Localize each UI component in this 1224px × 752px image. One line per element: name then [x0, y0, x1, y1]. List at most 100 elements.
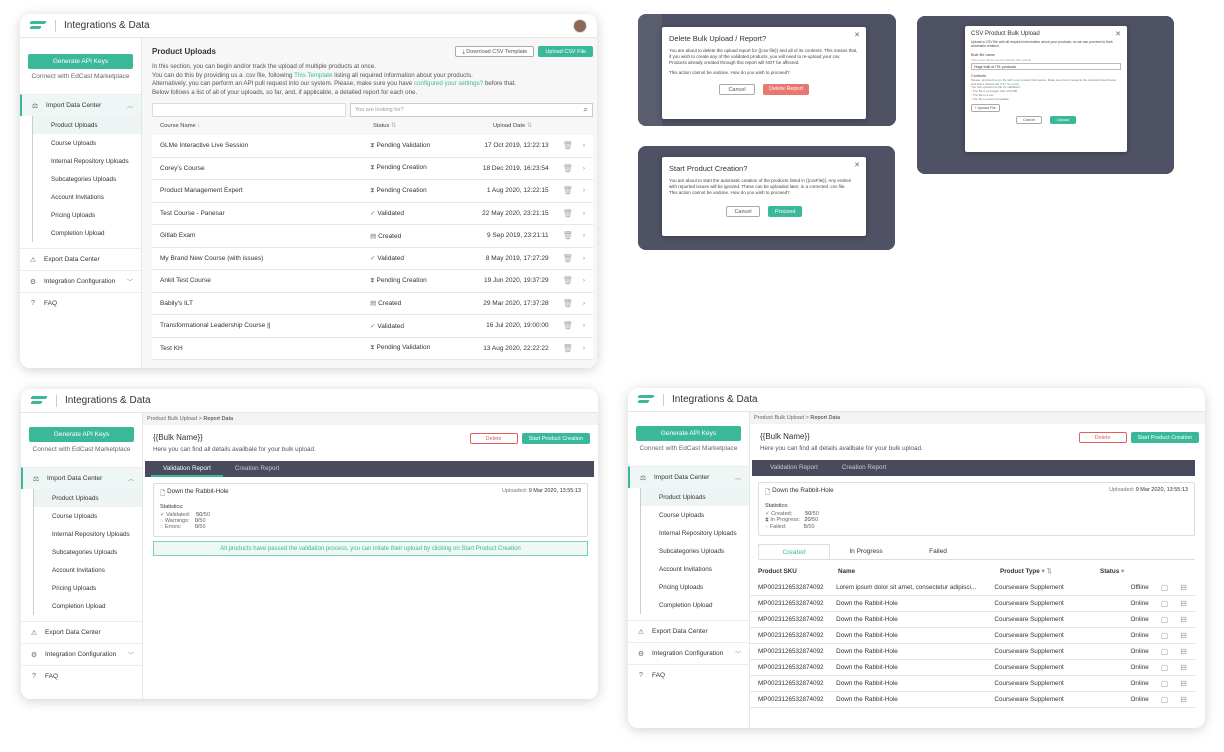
- sidebar-subitem-product-uploads[interactable]: Product Uploads: [33, 489, 142, 507]
- cancel-button[interactable]: Cancel: [719, 84, 755, 95]
- chevron-right-icon[interactable]: ›: [583, 142, 585, 149]
- col-upload-date[interactable]: Upload Date ⇅: [493, 123, 532, 129]
- start-creation-button[interactable]: Start Product Creation: [521, 433, 590, 444]
- sidebar-subitem-internal-repository[interactable]: Internal Repository Uploads: [33, 525, 142, 543]
- sidebar-subitem-pricing[interactable]: Pricing Uploads: [33, 579, 142, 597]
- sidebar-item-faq[interactable]: ? FAQ: [20, 292, 141, 314]
- search-box[interactable]: You are looking for? ⌕: [350, 103, 593, 117]
- marketplace-link[interactable]: Connect with EdCast Marketplace: [20, 73, 141, 80]
- archive-icon[interactable]: ⊟: [1180, 679, 1187, 688]
- archive-icon[interactable]: ⊟: [1180, 583, 1187, 592]
- sidebar-subitem-product-uploads[interactable]: Product Uploads: [32, 116, 141, 134]
- filter-input[interactable]: [152, 103, 346, 117]
- delete-button[interactable]: Delete: [469, 433, 518, 444]
- sidebar-subitem-completion[interactable]: Completion Upload: [640, 596, 749, 614]
- sidebar-subitem-completion[interactable]: Completion Upload: [33, 597, 142, 615]
- tab-creation-report[interactable]: Creation Report: [223, 461, 291, 477]
- close-icon[interactable]: ✕: [854, 31, 860, 39]
- trash-icon[interactable]: 🗑: [563, 186, 573, 195]
- upload-file-button[interactable]: ⤒ Upload File: [971, 103, 1000, 112]
- table-row[interactable]: Transformational Leadership Course || ✓ V…: [152, 315, 593, 338]
- calendar-icon[interactable]: ▢: [1161, 631, 1169, 640]
- table-row[interactable]: MP0023126532874092 Down the Rabbit-Hole Co…: [750, 676, 1195, 692]
- sidebar-subitem-course-uploads[interactable]: Course Uploads: [33, 507, 142, 525]
- sidebar-subitem-course-uploads[interactable]: Course Uploads: [640, 506, 749, 524]
- sidebar-item-config[interactable]: ⚙ Integration Configuration ﹀: [21, 643, 142, 665]
- trash-icon[interactable]: 🗑: [563, 209, 573, 218]
- cancel-button[interactable]: Cancel: [726, 206, 760, 217]
- table-row[interactable]: Gitlab Exam ▤ Created 9 Sep 2019, 23:21:11…: [152, 225, 593, 248]
- archive-icon[interactable]: ⊟: [1180, 615, 1187, 624]
- sidebar-item-config[interactable]: ⚙ Integration Configuration ﹀: [628, 642, 749, 664]
- upload-button[interactable]: Upload: [1050, 115, 1076, 124]
- generate-api-keys-button[interactable]: Generate API Keys: [28, 54, 133, 69]
- trash-icon[interactable]: 🗑: [563, 299, 573, 308]
- table-row[interactable]: MP0023126532874092 Down the Rabbit-Hole Co…: [750, 612, 1195, 628]
- search-input[interactable]: You are looking for?: [355, 107, 404, 113]
- calendar-icon[interactable]: ▢: [1161, 583, 1169, 592]
- cancel-button[interactable]: Cancel: [1016, 115, 1042, 124]
- col-product-type[interactable]: Product Type ▾ ⇅: [1000, 568, 1100, 575]
- sidebar-subitem-account-invitations[interactable]: Account Invitations: [32, 188, 141, 206]
- tab-validation-report[interactable]: Validation Report: [151, 461, 223, 477]
- tab-validation-report[interactable]: Validation Report: [758, 460, 830, 476]
- marketplace-link[interactable]: Connect with EdCast Marketplace: [628, 445, 749, 452]
- trash-icon[interactable]: 🗑: [563, 231, 573, 240]
- table-row[interactable]: Test KH ⧗ Pending Validation 13 Aug 2020, …: [152, 337, 593, 360]
- calendar-icon[interactable]: ▢: [1161, 679, 1169, 688]
- bulk-name-input[interactable]: Huge bulk of ITIL products: [971, 62, 1121, 70]
- sidebar-subitem-subcategories[interactable]: Subcategories Uploads: [32, 170, 141, 188]
- calendar-icon[interactable]: ▢: [1161, 695, 1169, 704]
- delete-button[interactable]: Delete: [1078, 432, 1127, 443]
- calendar-icon[interactable]: ▢: [1161, 599, 1169, 608]
- sidebar-item-faq[interactable]: ? FAQ: [628, 664, 749, 686]
- trash-icon[interactable]: 🗑: [563, 344, 573, 353]
- trash-icon[interactable]: 🗑: [563, 141, 573, 150]
- chevron-right-icon[interactable]: ›: [583, 187, 585, 194]
- table-row[interactable]: Corey's Course ⧗ Pending Creation 18 Dec 2…: [152, 157, 593, 180]
- sidebar-item-import[interactable]: ⚖ Import Data Center ︿: [21, 467, 142, 489]
- tab-creation-report[interactable]: Creation Report: [830, 460, 898, 476]
- template-link[interactable]: This Template: [294, 72, 332, 79]
- trash-icon[interactable]: 🗑: [563, 276, 573, 285]
- sidebar-item-export[interactable]: ⚠ Export Data Center: [20, 248, 141, 270]
- archive-icon[interactable]: ⊟: [1180, 663, 1187, 672]
- close-icon[interactable]: ✕: [854, 161, 860, 169]
- settings-link[interactable]: configured your settings?: [414, 80, 483, 87]
- table-row[interactable]: GLMe Interactive Live Session ⧗ Pending V…: [152, 135, 593, 158]
- sidebar-subitem-internal-repository[interactable]: Internal Repository Uploads: [640, 524, 749, 542]
- sidebar-subitem-pricing[interactable]: Pricing Uploads: [640, 578, 749, 596]
- sidebar-item-config[interactable]: ⚙ Integration Configuration ﹀: [20, 270, 141, 292]
- archive-icon[interactable]: ⊟: [1180, 647, 1187, 656]
- chevron-right-icon[interactable]: ›: [583, 210, 585, 217]
- calendar-icon[interactable]: ▢: [1161, 647, 1169, 656]
- archive-icon[interactable]: ⊟: [1180, 599, 1187, 608]
- marketplace-link[interactable]: Connect with EdCast Marketplace: [21, 446, 142, 453]
- trash-icon[interactable]: 🗑: [563, 164, 573, 173]
- sidebar-subitem-internal-repository[interactable]: Internal Repository Uploads: [32, 152, 141, 170]
- sidebar-subitem-account-invitations[interactable]: Account Invitations: [640, 560, 749, 578]
- trash-icon[interactable]: 🗑: [563, 254, 573, 263]
- calendar-icon[interactable]: ▢: [1161, 615, 1169, 624]
- avatar[interactable]: [573, 18, 587, 33]
- chevron-right-icon[interactable]: ›: [583, 345, 585, 352]
- table-row[interactable]: MP0023126532874092 Down the Rabbit-Hole Co…: [750, 628, 1195, 644]
- sidebar-subitem-product-uploads[interactable]: Product Uploads: [640, 488, 749, 506]
- sidebar-subitem-course-uploads[interactable]: Course Uploads: [32, 134, 141, 152]
- breadcrumb-link[interactable]: Product Bulk Upload: [147, 416, 197, 422]
- sidebar-subitem-subcategories[interactable]: Subcategories Uploads: [33, 543, 142, 561]
- archive-icon[interactable]: ⊟: [1180, 631, 1187, 640]
- archive-icon[interactable]: ⊟: [1180, 695, 1187, 704]
- sidebar-item-export[interactable]: ⚠ Export Data Center: [21, 621, 142, 643]
- sidebar-subitem-subcategories[interactable]: Subcategories Uploads: [640, 542, 749, 560]
- sidebar-subitem-account-invitations[interactable]: Account Invitations: [33, 561, 142, 579]
- chevron-right-icon[interactable]: ›: [583, 300, 585, 307]
- sidebar-item-import[interactable]: ⚖ Import Data Center ︿: [20, 94, 141, 116]
- chevron-right-icon[interactable]: ›: [583, 255, 585, 262]
- col-status[interactable]: Status ▾: [1100, 568, 1124, 575]
- table-row[interactable]: Test Course - Panesar ✓ Validated 22 May 2…: [152, 202, 593, 225]
- sidebar-subitem-completion[interactable]: Completion Upload: [32, 224, 141, 242]
- breadcrumb-link[interactable]: Product Bulk Upload: [754, 415, 804, 421]
- close-icon[interactable]: ✕: [1115, 30, 1121, 38]
- table-row[interactable]: Product Management Expert ⧗ Pending Creat…: [152, 180, 593, 203]
